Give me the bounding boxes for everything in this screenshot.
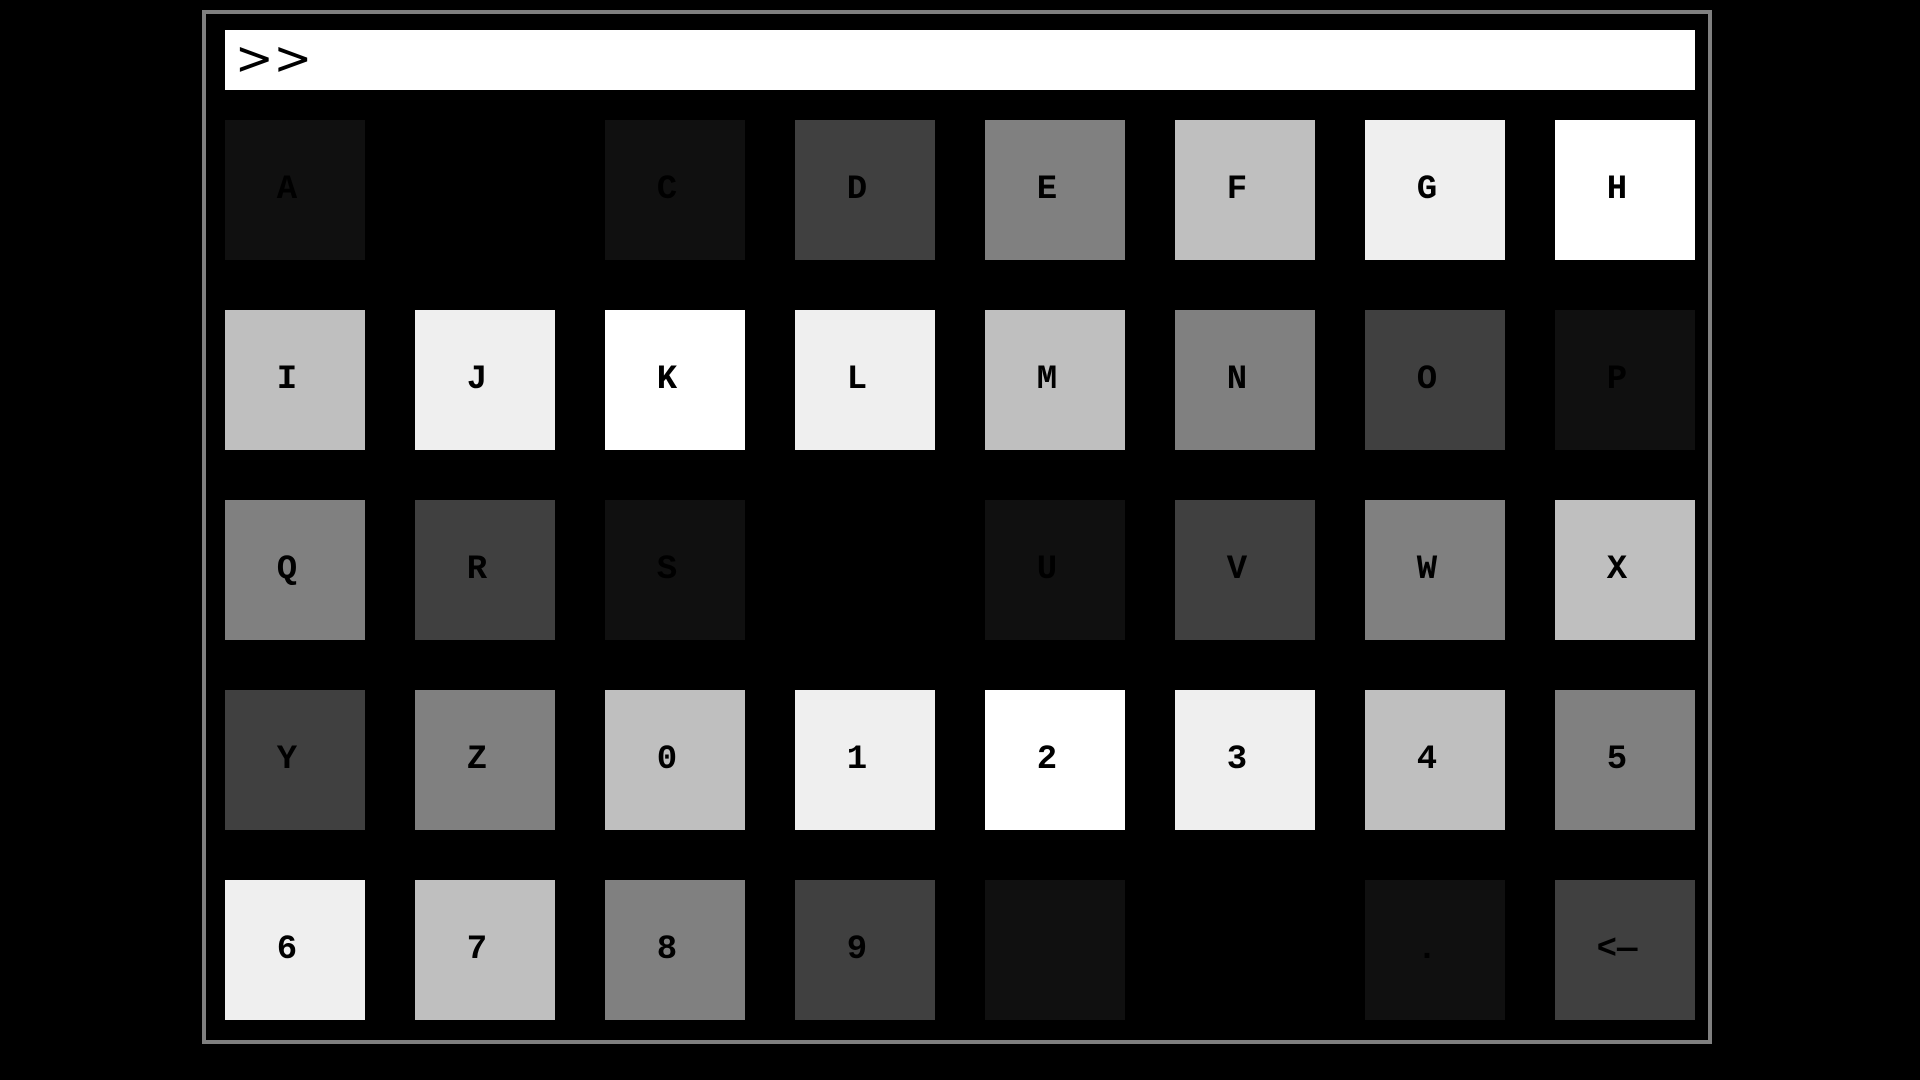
key-V[interactable]: V xyxy=(1175,500,1315,640)
key-blank-37[interactable] xyxy=(1175,880,1315,1020)
key-label: <— xyxy=(1596,931,1638,969)
key-W[interactable]: W xyxy=(1365,500,1505,640)
key-label: O xyxy=(1416,361,1438,399)
key-C[interactable]: C xyxy=(605,120,745,260)
key-K[interactable]: K xyxy=(605,310,745,450)
key-label: Y xyxy=(276,741,298,779)
key-blank-1[interactable] xyxy=(415,120,555,260)
key-label: E xyxy=(1036,171,1058,209)
key-label: L xyxy=(846,361,868,399)
key-0[interactable]: 0 xyxy=(605,690,745,830)
key-L[interactable]: L xyxy=(795,310,935,450)
key-G[interactable]: G xyxy=(1365,120,1505,260)
key-label: C xyxy=(656,171,678,209)
key-2[interactable]: 2 xyxy=(985,690,1125,830)
key-label: 1 xyxy=(846,741,868,779)
key-label: X xyxy=(1606,551,1628,589)
key-label: W xyxy=(1416,551,1438,589)
text-input[interactable]: >> xyxy=(225,30,1695,90)
key-label: U xyxy=(1036,551,1058,589)
key-label: D xyxy=(846,171,868,209)
key-label: J xyxy=(466,361,488,399)
key-label: Z xyxy=(466,741,488,779)
key-J[interactable]: J xyxy=(415,310,555,450)
key-label: 7 xyxy=(466,931,488,969)
key-M[interactable]: M xyxy=(985,310,1125,450)
key-X[interactable]: X xyxy=(1555,500,1695,640)
key-R[interactable]: R xyxy=(415,500,555,640)
key-4[interactable]: 4 xyxy=(1365,690,1505,830)
key-label: A xyxy=(276,171,298,209)
key-label: 9 xyxy=(846,931,868,969)
key-label: 5 xyxy=(1606,741,1628,779)
key-label: M xyxy=(1036,361,1058,399)
key-5[interactable]: 5 xyxy=(1555,690,1695,830)
backspace-key[interactable]: <— xyxy=(1555,880,1695,1020)
key-Y[interactable]: Y xyxy=(225,690,365,830)
key-1[interactable]: 1 xyxy=(795,690,935,830)
key-label: 0 xyxy=(656,741,678,779)
key-label: . xyxy=(1416,931,1438,969)
key-I[interactable]: I xyxy=(225,310,365,450)
key-label: G xyxy=(1416,171,1438,209)
key-label: K xyxy=(656,361,678,399)
key-label: Q xyxy=(276,551,298,589)
key-7[interactable]: 7 xyxy=(415,880,555,1020)
key-8[interactable]: 8 xyxy=(605,880,745,1020)
key-period[interactable]: . xyxy=(1365,880,1505,1020)
key-label: 6 xyxy=(276,931,298,969)
key-6[interactable]: 6 xyxy=(225,880,365,1020)
key-label: P xyxy=(1606,361,1628,399)
key-label: 3 xyxy=(1226,741,1248,779)
key-F[interactable]: F xyxy=(1175,120,1315,260)
key-O[interactable]: O xyxy=(1365,310,1505,450)
key-Q[interactable]: Q xyxy=(225,500,365,640)
key-label: 4 xyxy=(1416,741,1438,779)
key-N[interactable]: N xyxy=(1175,310,1315,450)
key-label: H xyxy=(1606,171,1628,209)
prompt-text: >> xyxy=(235,31,313,85)
key-label: R xyxy=(466,551,488,589)
key-9[interactable]: 9 xyxy=(795,880,935,1020)
key-E[interactable]: E xyxy=(985,120,1125,260)
key-P[interactable]: P xyxy=(1555,310,1695,450)
key-label: 8 xyxy=(656,931,678,969)
key-D[interactable]: D xyxy=(795,120,935,260)
key-H[interactable]: H xyxy=(1555,120,1695,260)
key-label: F xyxy=(1226,171,1248,209)
key-label: N xyxy=(1226,361,1248,399)
key-label: S xyxy=(656,551,678,589)
key-label: V xyxy=(1226,551,1248,589)
key-label: I xyxy=(276,361,298,399)
key-blank-19[interactable] xyxy=(795,500,935,640)
key-label: 2 xyxy=(1036,741,1058,779)
key-A[interactable]: A xyxy=(225,120,365,260)
key-3[interactable]: 3 xyxy=(1175,690,1315,830)
key-U[interactable]: U xyxy=(985,500,1125,640)
key-blank-36[interactable] xyxy=(985,880,1125,1020)
key-S[interactable]: S xyxy=(605,500,745,640)
key-Z[interactable]: Z xyxy=(415,690,555,830)
